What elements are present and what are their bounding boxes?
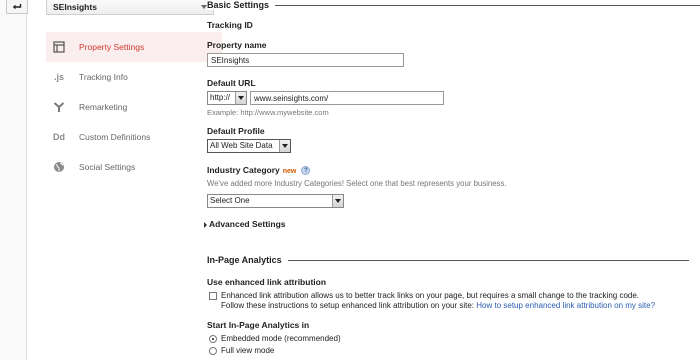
advanced-settings-toggle[interactable]: Advanced Settings xyxy=(204,219,286,229)
default-profile-value: All Web Site Data xyxy=(210,141,273,150)
sidebar-item-tracking-info[interactable]: .js Tracking Info xyxy=(46,62,222,92)
back-button[interactable] xyxy=(6,0,28,14)
sidebar-item-label: Social Settings xyxy=(79,162,136,172)
new-badge: new xyxy=(282,168,297,175)
left-rail xyxy=(0,0,28,360)
admin-sidebar: SEInsights Property Settings .js Trackin… xyxy=(27,0,222,360)
remarketing-icon xyxy=(52,100,66,114)
default-url-label: Default URL xyxy=(207,78,256,88)
start-in-page-label: Start In-Page Analytics in xyxy=(207,320,310,330)
industry-category-label: Industry Category new? xyxy=(207,165,311,176)
help-icon[interactable]: ? xyxy=(301,166,311,176)
protocol-select-value: http:// xyxy=(210,93,231,102)
default-profile-label: Default Profile xyxy=(207,126,265,136)
enhanced-link-instructions-text: Follow these instructions to setup enhan… xyxy=(221,301,475,310)
industry-category-text: Industry Category xyxy=(207,165,280,175)
default-url-input[interactable]: www.seinsights.com/ xyxy=(250,91,444,105)
tracking-id-label: Tracking ID xyxy=(207,20,253,30)
sidebar-item-label: Remarketing xyxy=(79,102,128,112)
js-icon: .js xyxy=(53,72,64,82)
chevron-down-icon xyxy=(279,140,290,152)
protocol-select[interactable]: http:// xyxy=(207,91,247,105)
sidebar-item-label: Property Settings xyxy=(79,42,145,52)
sidebar-item-property-settings[interactable]: Property Settings xyxy=(46,32,222,62)
advanced-settings-label: Advanced Settings xyxy=(209,219,286,229)
embedded-mode-label: Embedded mode (recommended) xyxy=(221,334,341,343)
property-selector[interactable]: SEInsights xyxy=(46,0,214,15)
property-settings-icon xyxy=(52,40,66,54)
enhanced-link-checkbox[interactable] xyxy=(209,292,217,300)
chevron-down-icon xyxy=(235,92,246,104)
sidebar-item-social-settings[interactable]: Social Settings xyxy=(46,152,222,182)
industry-category-value: Select One xyxy=(210,196,250,205)
default-profile-select[interactable]: All Web Site Data xyxy=(207,139,291,153)
sidebar-item-remarketing[interactable]: Remarketing xyxy=(46,92,222,122)
enhanced-link-help-link[interactable]: How to setup enhanced link attribution o… xyxy=(476,301,655,310)
globe-icon xyxy=(52,160,66,174)
expand-triangle-icon xyxy=(204,221,207,228)
property-name-input[interactable]: SEInsights xyxy=(207,53,404,67)
industry-category-select[interactable]: Select One xyxy=(207,194,344,208)
industry-help-text: We've added more Industry Categories! Se… xyxy=(207,179,507,188)
property-name-label: Property name xyxy=(207,40,267,50)
back-arrow-icon xyxy=(12,3,22,9)
chevron-down-icon xyxy=(332,195,343,207)
sidebar-item-custom-definitions[interactable]: Dd Custom Definitions xyxy=(46,122,222,152)
embedded-mode-radio[interactable] xyxy=(209,335,217,343)
full-view-mode-radio[interactable] xyxy=(209,347,217,355)
full-view-mode-label: Full view mode xyxy=(221,346,275,355)
section-divider xyxy=(207,5,700,6)
sidebar-item-label: Tracking Info xyxy=(79,72,128,82)
dd-icon: Dd xyxy=(53,132,65,142)
in-page-analytics-title: In-Page Analytics xyxy=(207,255,288,265)
enhanced-link-instructions: Follow these instructions to setup enhan… xyxy=(221,301,655,310)
sidebar-item-label: Custom Definitions xyxy=(79,132,151,142)
enhanced-link-description: Enhanced link attribution allows us to b… xyxy=(221,291,640,300)
property-selector-label: SEInsights xyxy=(53,2,97,12)
enhanced-link-label: Use enhanced link attribution xyxy=(207,277,327,287)
url-example-text: Example: http://www.mywebsite.com xyxy=(207,108,329,117)
main-content: Basic Settings Tracking ID Property name… xyxy=(204,0,700,360)
basic-settings-title: Basic Settings xyxy=(207,0,276,10)
sidebar-nav: Property Settings .js Tracking Info Rema… xyxy=(46,32,222,182)
